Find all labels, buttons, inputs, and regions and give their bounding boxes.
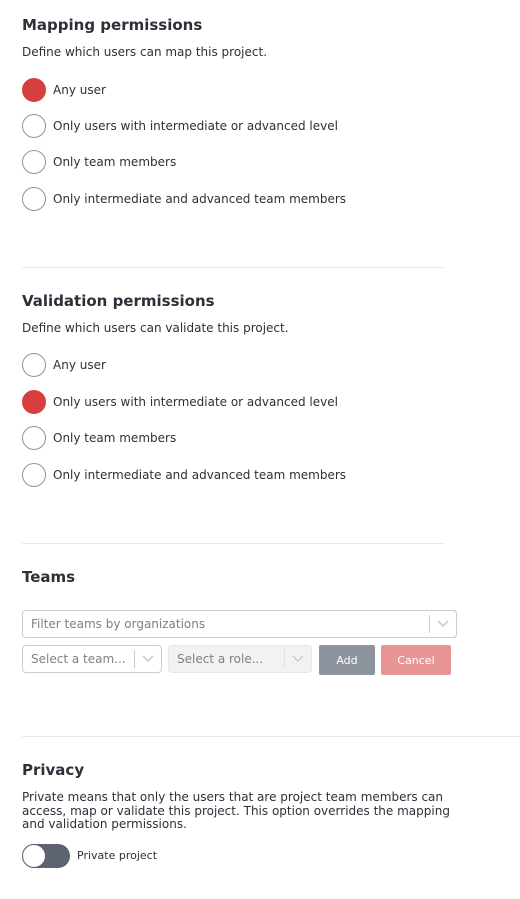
private-project-toggle[interactable] [22,844,70,868]
radio-label: Only intermediate and advanced team memb… [53,192,347,206]
radio-button[interactable] [22,390,46,414]
radio-label: Only intermediate and advanced team memb… [53,468,347,482]
radio-button[interactable] [22,353,46,377]
private-project-label: Private project [77,849,158,862]
mapping-permissions-description: Define which users can map this project. [22,45,268,59]
validation-permissions-description: Define which users can validate this pro… [22,321,289,335]
cancel-team-button[interactable]: Cancel [381,645,451,675]
section-divider [22,736,520,737]
radio-label: Only users with intermediate or advanced… [53,119,338,133]
radio-label: Only team members [53,155,177,169]
chevron-down-icon[interactable] [430,611,456,637]
radio-label: Any user [53,83,106,97]
radio-button[interactable] [22,426,46,450]
validation-permissions-title: Validation permissions [22,292,215,310]
toggle-knob [22,844,46,868]
validation-permissions-section: Validation permissions [22,292,215,310]
section-divider [22,267,444,268]
role-select-placeholder: Select a role... [177,652,264,666]
privacy-section: Privacy [22,761,84,779]
chevron-down-icon[interactable] [135,646,161,672]
add-team-button[interactable]: Add [319,645,375,675]
organization-filter-select[interactable]: Filter teams by organizations [22,610,457,638]
mapping-permissions-description-wrap: Define which users can map this project. [22,45,267,59]
mapping-option-intermediate-advanced[interactable]: Only users with intermediate or advanced… [22,114,338,138]
validation-option-intermediate-advanced[interactable]: Only users with intermediate or advanced… [22,390,338,414]
validation-option-team-members[interactable]: Only team members [22,426,176,450]
mapping-option-any-user[interactable]: Any user [22,78,106,102]
mapping-option-team-members[interactable]: Only team members [22,150,176,174]
radio-label: Only team members [53,431,177,445]
mapping-option-intermediate-advanced-team[interactable]: Only intermediate and advanced team memb… [22,187,346,211]
validation-permissions-description-wrap: Define which users can validate this pro… [22,321,289,335]
validation-option-intermediate-advanced-team[interactable]: Only intermediate and advanced team memb… [22,463,346,487]
radio-label: Any user [53,358,106,372]
team-select-placeholder: Select a team... [31,652,126,666]
mapping-permissions-title: Mapping permissions [22,16,203,34]
privacy-title: Privacy [22,761,85,779]
teams-section: Teams [22,568,75,586]
validation-option-any-user[interactable]: Any user [22,353,106,377]
radio-label: Only users with intermediate or advanced… [53,395,338,409]
organization-filter-placeholder: Filter teams by organizations [31,617,206,631]
mapping-permissions-section: Mapping permissions [22,16,202,34]
team-select[interactable]: Select a team... [22,645,162,673]
section-divider [22,543,444,544]
radio-button[interactable] [22,78,46,102]
radio-button[interactable] [22,187,46,211]
radio-button[interactable] [22,463,46,487]
chevron-down-icon[interactable] [285,646,311,672]
radio-button[interactable] [22,150,46,174]
radio-button[interactable] [22,114,46,138]
teams-title: Teams [22,568,76,586]
role-select[interactable]: Select a role... [168,645,312,673]
privacy-description: Private means that only the users that a… [22,790,450,831]
